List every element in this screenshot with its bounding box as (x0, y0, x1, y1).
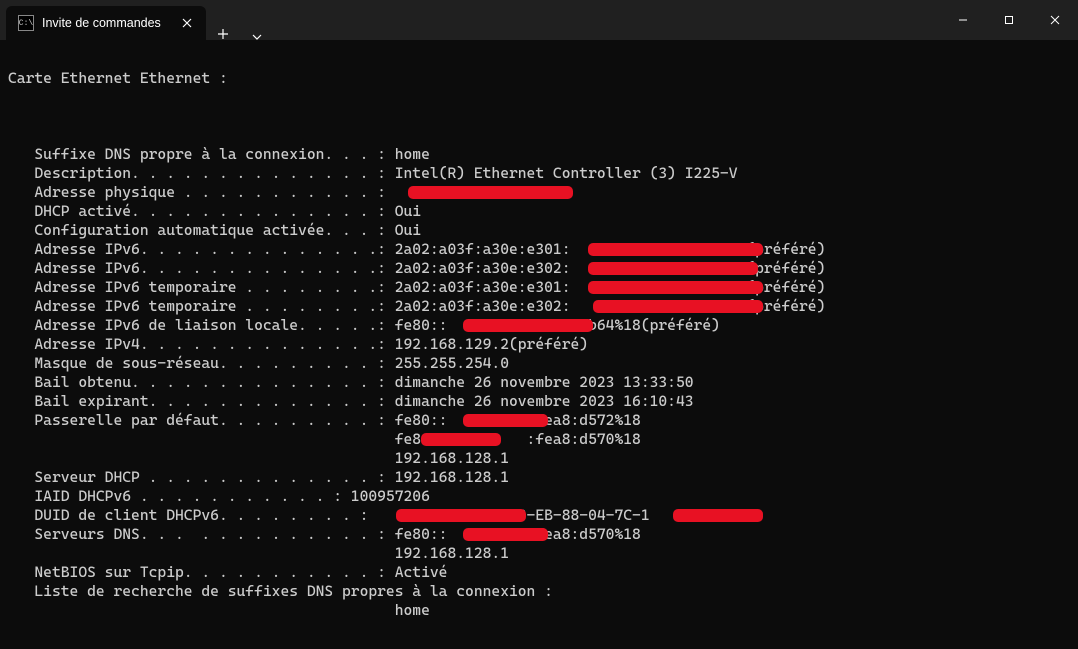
close-window-button[interactable] (1032, 0, 1078, 40)
output-blank (8, 107, 1070, 126)
tab-strip: C:\ Invite de commandes (0, 0, 274, 40)
cmd-icon: C:\ (18, 15, 34, 31)
redaction-mark (396, 509, 526, 522)
terminal-output[interactable]: Carte Ethernet Ethernet : Suffixe DNS pr… (0, 40, 1078, 649)
output-line: Adresse IPv6. . . . . . . . . . . . . .:… (8, 259, 1070, 278)
titlebar: C:\ Invite de commandes (0, 0, 1078, 40)
redaction-mark (593, 300, 763, 313)
output-line: Bail obtenu. . . . . . . . . . . . . . :… (8, 373, 1070, 392)
redaction-mark (463, 319, 593, 332)
redaction-mark (421, 433, 501, 446)
new-tab-button[interactable] (206, 28, 240, 40)
output-line: home (8, 601, 1070, 620)
tab-dropdown-button[interactable] (240, 34, 274, 40)
redaction-mark (463, 528, 548, 541)
redaction-mark (673, 509, 763, 522)
redaction-mark (588, 281, 763, 294)
output-line: Adresse IPv6 temporaire . . . . . . . .:… (8, 297, 1070, 316)
output-line: Passerelle par défaut. . . . . . . . . :… (8, 411, 1070, 430)
output-line: Configuration automatique activée. . . :… (8, 221, 1070, 240)
output-line: 192.168.128.1 (8, 544, 1070, 563)
output-line: Adresse IPv6 temporaire . . . . . . . .:… (8, 278, 1070, 297)
output-line: Serveurs DNS. . . . . . . . . . . . . : … (8, 525, 1070, 544)
maximize-button[interactable] (986, 0, 1032, 40)
output-line: Description. . . . . . . . . . . . . . :… (8, 164, 1070, 183)
output-line: Adresse physique . . . . . . . . . . . : (8, 183, 1070, 202)
output-header: Carte Ethernet Ethernet : (8, 69, 1070, 88)
tab-active[interactable]: C:\ Invite de commandes (6, 6, 206, 40)
output-line: DHCP activé. . . . . . . . . . . . . . :… (8, 202, 1070, 221)
window-controls (940, 0, 1078, 40)
minimize-button[interactable] (940, 0, 986, 40)
output-line: Masque de sous-réseau. . . . . . . . . :… (8, 354, 1070, 373)
output-line: NetBIOS sur Tcpip. . . . . . . . . . . :… (8, 563, 1070, 582)
output-line: IAID DHCPv6 . . . . . . . . . . . : 1009… (8, 487, 1070, 506)
output-line: 192.168.128.1 (8, 449, 1070, 468)
redaction-mark (588, 262, 758, 275)
tab-title: Invite de commandes (42, 16, 170, 30)
close-tab-button[interactable] (178, 14, 196, 32)
titlebar-drag-region[interactable] (274, 0, 940, 40)
output-line: fe80:: :fea8:d570%18 (8, 430, 1070, 449)
redaction-mark (588, 243, 763, 256)
redaction-mark (463, 414, 548, 427)
redaction-mark (408, 186, 573, 199)
output-line: Adresse IPv6. . . . . . . . . . . . . .:… (8, 240, 1070, 259)
output-line: Adresse IPv6 de liaison locale. . . . .:… (8, 316, 1070, 335)
output-line: Liste de recherche de suffixes DNS propr… (8, 582, 1070, 601)
output-line: Serveur DHCP . . . . . . . . . . . . . :… (8, 468, 1070, 487)
output-line: Suffixe DNS propre à la connexion. . . :… (8, 145, 1070, 164)
output-line: Adresse IPv4. . . . . . . . . . . . . .:… (8, 335, 1070, 354)
output-line: DUID de client DHCPv6. . . . . . . . : 3… (8, 506, 1070, 525)
output-line: Bail expirant. . . . . . . . . . . . . :… (8, 392, 1070, 411)
